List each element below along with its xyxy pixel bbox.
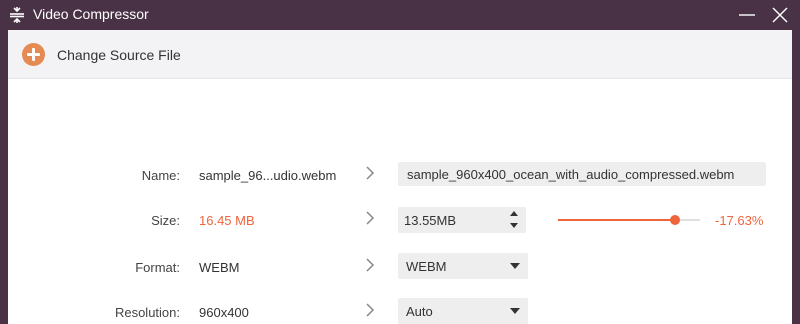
chevron-right-icon	[366, 211, 375, 225]
caret-down-icon	[510, 308, 520, 314]
size-label: Size:	[151, 213, 180, 228]
resolution-label: Resolution:	[114, 305, 180, 320]
source-size: 16.45 MB	[199, 213, 255, 228]
minimize-icon[interactable]	[738, 6, 756, 24]
name-label: Name:	[141, 168, 180, 183]
resolution-select[interactable]: Auto	[398, 298, 528, 324]
source-name: sample_96...udio.webm	[199, 168, 337, 183]
resolution-select-value: Auto	[406, 304, 433, 319]
window-title: Video Compressor	[33, 6, 149, 22]
toolbar: Change Source File	[8, 30, 792, 79]
output-name-field[interactable]: sample_960x400_ocean_with_audio_compress…	[398, 162, 766, 186]
change-source-label: Change Source File	[57, 46, 181, 63]
plus-circle-icon	[22, 43, 45, 66]
compress-icon	[10, 7, 24, 23]
format-select-value: WEBM	[406, 259, 447, 274]
source-resolution: 960x400	[199, 305, 249, 320]
chevron-right-icon	[366, 166, 375, 180]
close-icon[interactable]	[771, 6, 789, 24]
source-format: WEBM	[199, 260, 240, 275]
compression-slider[interactable]	[558, 210, 700, 230]
caret-down-icon	[510, 263, 520, 269]
chevron-right-icon	[366, 303, 375, 317]
compressor-window: Change Source File Name: sample_96...udi…	[8, 30, 792, 324]
increase-size-icon[interactable]	[510, 211, 518, 216]
format-label: Format:	[135, 260, 180, 275]
decrease-size-icon[interactable]	[510, 223, 518, 228]
compression-percent: -17.63%	[715, 213, 764, 228]
title-bar: Video Compressor	[0, 0, 800, 30]
slider-thumb[interactable]	[670, 215, 680, 225]
change-source-file-button[interactable]: Change Source File	[22, 42, 181, 67]
slider-fill	[558, 219, 675, 221]
output-size-stepper[interactable]: 13.55MB	[398, 207, 526, 233]
format-select[interactable]: WEBM	[398, 253, 528, 279]
output-size-value[interactable]: 13.55MB	[404, 213, 456, 228]
chevron-right-icon	[366, 258, 375, 272]
